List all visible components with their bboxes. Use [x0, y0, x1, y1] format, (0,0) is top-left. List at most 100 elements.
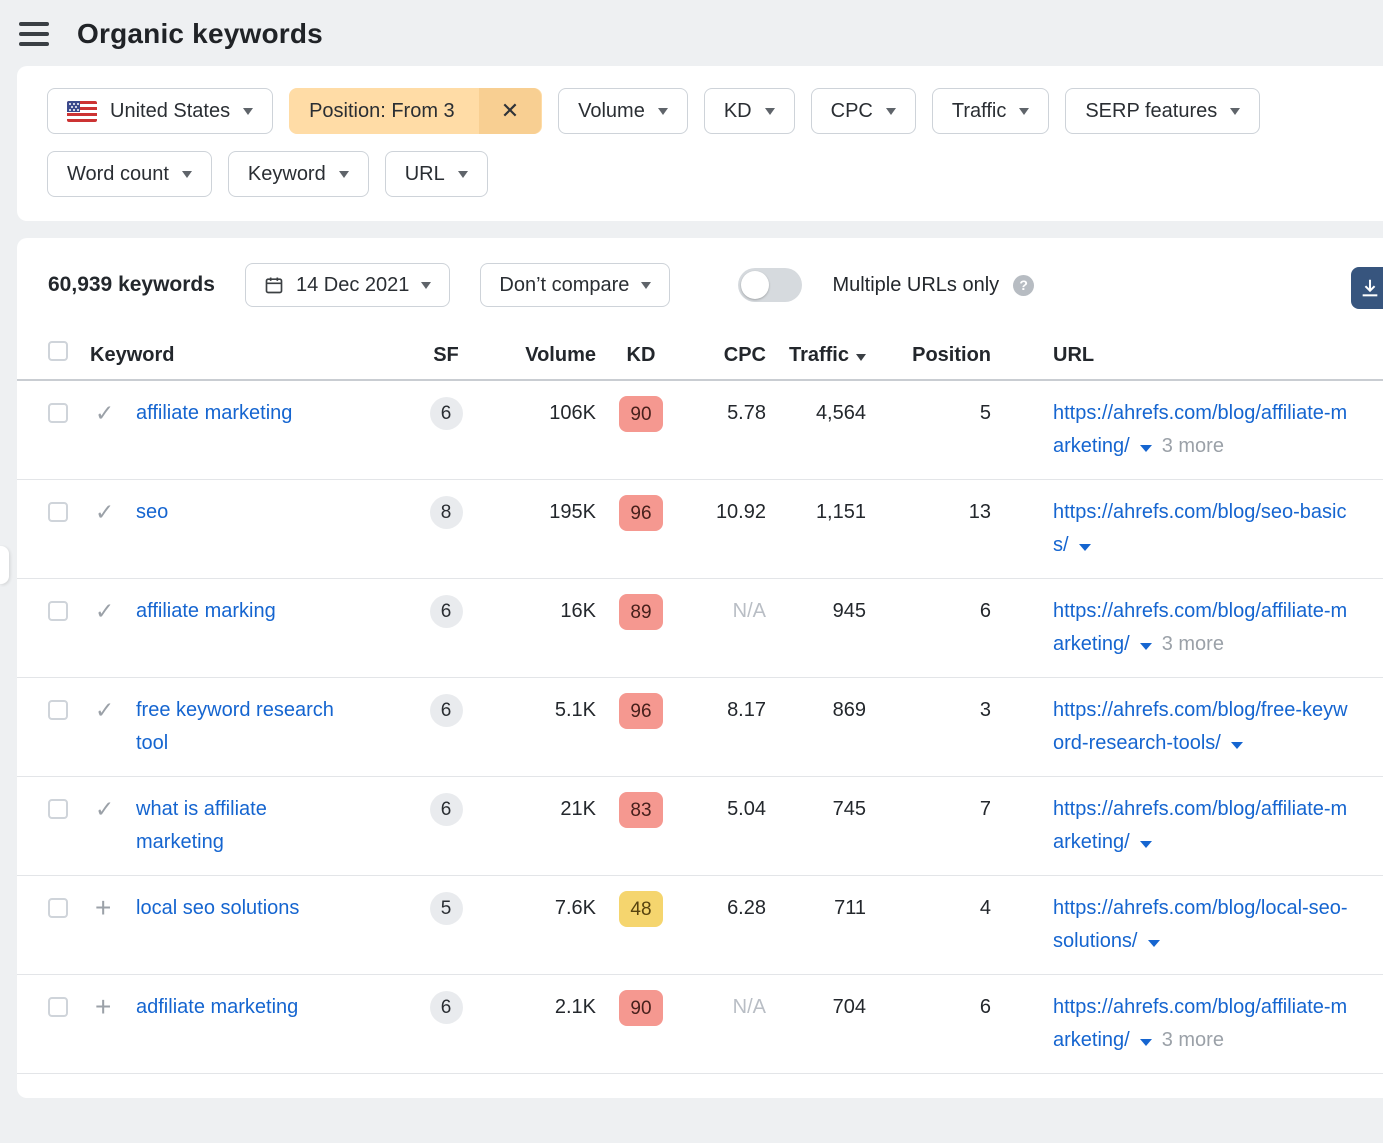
url-dropdown-icon[interactable] [1079, 544, 1091, 551]
url-dropdown-icon[interactable] [1140, 1039, 1152, 1046]
url-link[interactable]: https://ahrefs.com/blog/seo-basics/ [1053, 501, 1346, 556]
keywords-panel: 60,939 keywords 14 Dec 2021 Don’t compar… [17, 238, 1383, 1098]
added-check-icon[interactable]: ✓ [95, 694, 114, 727]
column-header-cpc[interactable]: CPC [686, 339, 766, 372]
keyword-link[interactable]: affiliate marketing [136, 402, 292, 424]
filter-volume[interactable]: Volume [558, 88, 688, 134]
table-body: ✓affiliate marketing6106K905.784,5645htt… [17, 381, 1383, 1074]
column-header-keyword[interactable]: Keyword [88, 339, 416, 372]
us-flag-icon [67, 101, 97, 122]
keyword-link[interactable]: affiliate marking [136, 600, 276, 622]
filter-cpc[interactable]: CPC [811, 88, 916, 134]
row-checkbox[interactable] [48, 403, 68, 423]
position-value: 6 [866, 991, 991, 1024]
cpc-value: 10.92 [686, 496, 766, 529]
added-check-icon[interactable]: ✓ [95, 397, 114, 430]
keyword-link[interactable]: adfiliate marketing [136, 996, 298, 1018]
filter-label: URL [405, 163, 445, 186]
table-row: +adfiliate marketing62.1K90N/A7046https:… [17, 975, 1383, 1074]
added-check-icon[interactable]: ✓ [95, 595, 114, 628]
column-header-url[interactable]: URL [991, 339, 1383, 372]
column-header-position[interactable]: Position [866, 339, 991, 372]
chevron-down-icon [1019, 108, 1029, 115]
filter-url[interactable]: URL [385, 151, 488, 197]
column-header-traffic[interactable]: Traffic [766, 339, 866, 372]
menu-icon[interactable] [19, 22, 49, 46]
filter-label: Position: From 3 [309, 100, 479, 123]
kd-badge: 89 [619, 594, 663, 630]
volume-value: 106K [476, 397, 596, 430]
filter-serp-features[interactable]: SERP features [1065, 88, 1260, 134]
url-dropdown-icon[interactable] [1140, 445, 1152, 452]
filter-label: CPC [831, 100, 873, 123]
filter-keyword[interactable]: Keyword [228, 151, 369, 197]
table-row: ✓free keyword research tool65.1K968.1786… [17, 678, 1383, 777]
cpc-value: 6.28 [686, 892, 766, 925]
url-link[interactable]: https://ahrefs.com/blog/free-keyword-res… [1053, 699, 1348, 754]
filter-label: Traffic [952, 100, 1006, 123]
filter-label: SERP features [1085, 100, 1217, 123]
traffic-value: 869 [766, 694, 866, 727]
cpc-value: 5.78 [686, 397, 766, 430]
more-urls-label[interactable]: 3 more [1162, 435, 1224, 457]
row-checkbox[interactable] [48, 601, 68, 621]
chevron-down-icon [243, 108, 253, 115]
compare-dropdown[interactable]: Don’t compare [480, 263, 670, 307]
more-urls-label[interactable]: 3 more [1162, 1029, 1224, 1051]
added-check-icon[interactable]: ✓ [95, 496, 114, 529]
serp-features-count-badge: 5 [430, 892, 463, 925]
keyword-link[interactable]: seo [136, 501, 168, 523]
column-header-volume[interactable]: Volume [476, 339, 596, 372]
row-checkbox[interactable] [48, 898, 68, 918]
keyword-link[interactable]: what is affiliate marketing [136, 798, 267, 853]
export-icon [1359, 277, 1381, 299]
filter-position-from-3[interactable]: Position: From 3✕ [289, 88, 542, 134]
multiple-urls-label: Multiple URLs only [832, 274, 999, 297]
url-link[interactable]: https://ahrefs.com/blog/local-seo-soluti… [1053, 897, 1348, 952]
traffic-value: 1,151 [766, 496, 866, 529]
url-dropdown-icon[interactable] [1148, 940, 1160, 947]
row-checkbox[interactable] [48, 997, 68, 1017]
chevron-down-icon [765, 108, 775, 115]
filter-kd[interactable]: KD [704, 88, 795, 134]
left-edge-notch [0, 546, 9, 584]
url-dropdown-icon[interactable] [1140, 841, 1152, 848]
filter-united-states[interactable]: United States [47, 88, 273, 134]
serp-features-count-badge: 6 [430, 397, 463, 430]
page-title: Organic keywords [77, 18, 323, 50]
column-header-kd[interactable]: KD [596, 339, 686, 372]
url-dropdown-icon[interactable] [1231, 742, 1243, 749]
url-link[interactable]: https://ahrefs.com/blog/affiliate-market… [1053, 798, 1347, 853]
keyword-link[interactable]: free keyword research tool [136, 699, 334, 754]
remove-filter-icon[interactable]: ✕ [479, 88, 541, 134]
export-button[interactable] [1351, 267, 1383, 309]
volume-value: 16K [476, 595, 596, 628]
add-keyword-icon[interactable]: + [95, 991, 111, 1022]
filter-row-primary: United States Position: From 3✕ Volume KD CP… [47, 88, 1383, 134]
chevron-down-icon [641, 282, 651, 289]
filter-label: United States [110, 100, 230, 123]
add-keyword-icon[interactable]: + [95, 892, 111, 923]
serp-features-count-badge: 8 [430, 496, 463, 529]
multiple-urls-toggle[interactable] [738, 268, 802, 302]
help-icon[interactable]: ? [1013, 275, 1034, 296]
date-picker-button[interactable]: 14 Dec 2021 [245, 263, 450, 307]
url-dropdown-icon[interactable] [1140, 643, 1152, 650]
cpc-value: 8.17 [686, 694, 766, 727]
traffic-value: 4,564 [766, 397, 866, 430]
volume-value: 5.1K [476, 694, 596, 727]
more-urls-label[interactable]: 3 more [1162, 633, 1224, 655]
filter-word-count[interactable]: Word count [47, 151, 212, 197]
date-label: 14 Dec 2021 [296, 274, 409, 297]
row-checkbox[interactable] [48, 502, 68, 522]
row-checkbox[interactable] [48, 799, 68, 819]
keyword-link[interactable]: local seo solutions [136, 897, 299, 919]
chevron-down-icon [886, 108, 896, 115]
added-check-icon[interactable]: ✓ [95, 793, 114, 826]
filter-traffic[interactable]: Traffic [932, 88, 1049, 134]
cpc-value: 5.04 [686, 793, 766, 826]
position-value: 3 [866, 694, 991, 727]
row-checkbox[interactable] [48, 700, 68, 720]
column-header-sf[interactable]: SF [416, 339, 476, 372]
select-all-checkbox[interactable] [48, 341, 68, 361]
